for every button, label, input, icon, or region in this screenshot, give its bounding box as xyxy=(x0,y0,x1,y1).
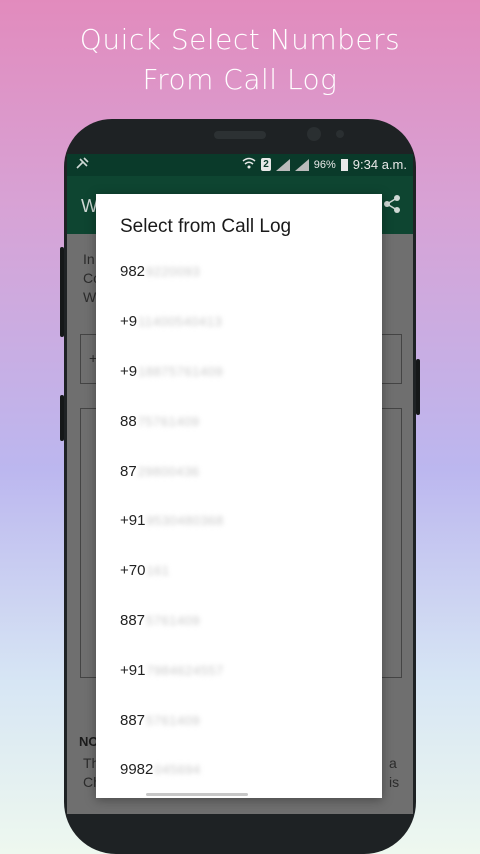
phone-number-visible: +91 xyxy=(120,661,146,679)
satellite-icon xyxy=(75,157,89,174)
phone-number-blurred: 045694 xyxy=(154,762,201,778)
bg-note-line-1-end: a xyxy=(389,755,397,771)
clock: 9:34 a.m. xyxy=(352,157,407,172)
status-bar: 2 96% 9:34 a.m. xyxy=(67,154,413,176)
signal-icon xyxy=(275,158,290,171)
phone-number-visible: 87 xyxy=(120,462,137,480)
phone-number-blurred: 5761409 xyxy=(146,612,201,628)
call-log-item[interactable]: 87 29800436 xyxy=(96,446,382,496)
share-icon[interactable] xyxy=(383,194,401,214)
phone-number-visible: +70 xyxy=(120,562,146,580)
promo-headline: Quick Select Numbers From Call Log xyxy=(0,20,480,100)
phone-number-blurred: 9530480368 xyxy=(146,513,224,529)
battery-percent: 96% xyxy=(313,158,336,171)
phone-number-visible: 887 xyxy=(120,711,146,729)
scroll-indicator[interactable] xyxy=(146,793,248,796)
front-camera xyxy=(307,127,321,141)
bg-text-line-a: In xyxy=(83,251,95,267)
phone-number-visible: 982 xyxy=(120,263,146,281)
phone-number-blurred: 9220093 xyxy=(146,264,201,280)
call-log-item[interactable]: 982 9220093 xyxy=(96,247,382,297)
earpiece-speaker xyxy=(214,131,266,139)
phone-number-blurred: 75761409 xyxy=(137,413,200,429)
call-log-item[interactable]: 9982 045694 xyxy=(96,745,382,795)
phone-number-blurred: 7984624557 xyxy=(146,662,224,678)
call-log-item[interactable]: 8875761409 xyxy=(96,695,382,745)
battery-icon xyxy=(340,158,348,171)
phone-number-visible: +9 xyxy=(120,313,138,331)
signal-icon-2 xyxy=(294,158,309,171)
volume-button xyxy=(60,247,64,337)
call-log-item[interactable]: +91 9530480368 xyxy=(96,496,382,546)
call-log-item[interactable]: +9 11400540413 xyxy=(96,297,382,347)
call-log-list: 982 9220093 +9 11400540413 +9 18875761409 88 75… xyxy=(96,247,382,795)
phone-number-visible: 88 xyxy=(120,412,137,430)
call-log-item[interactable]: +91 7984624557 xyxy=(96,645,382,695)
call-log-item[interactable]: +70 161 xyxy=(96,546,382,596)
proximity-sensor xyxy=(336,130,344,138)
phone-number-blurred: 11400540413 xyxy=(138,314,223,330)
phone-number-blurred: 161 xyxy=(146,563,170,579)
power-button xyxy=(416,359,420,415)
phone-number-visible: +91 xyxy=(120,512,146,530)
phone-number-blurred: 29800436 xyxy=(137,463,200,479)
dialog-title: Select from Call Log xyxy=(120,216,292,237)
call-log-item[interactable]: 8875761409 xyxy=(96,596,382,646)
call-log-item[interactable]: 8875761409 xyxy=(96,396,382,446)
phone-number-visible: +9 xyxy=(120,362,138,380)
sim-badge: 2 xyxy=(261,158,271,171)
headline-line-1: Quick Select Numbers xyxy=(79,23,401,56)
wifi-icon xyxy=(242,157,256,172)
headline-line-2: From Call Log xyxy=(142,63,338,96)
bg-text-line-c: W xyxy=(83,289,97,305)
bg-note-line-2-end: is xyxy=(389,774,400,790)
bixby-button xyxy=(60,395,64,441)
call-log-dialog: Select from Call Log 982 9220093 +9 1140054… xyxy=(96,194,382,798)
phone-number-visible: 887 xyxy=(120,611,146,629)
phone-number-blurred: 18875761409 xyxy=(138,363,224,379)
phone-number-blurred: 5761409 xyxy=(146,712,201,728)
call-log-item[interactable]: +9 18875761409 xyxy=(96,347,382,397)
phone-number-visible: 9982 xyxy=(120,761,154,779)
